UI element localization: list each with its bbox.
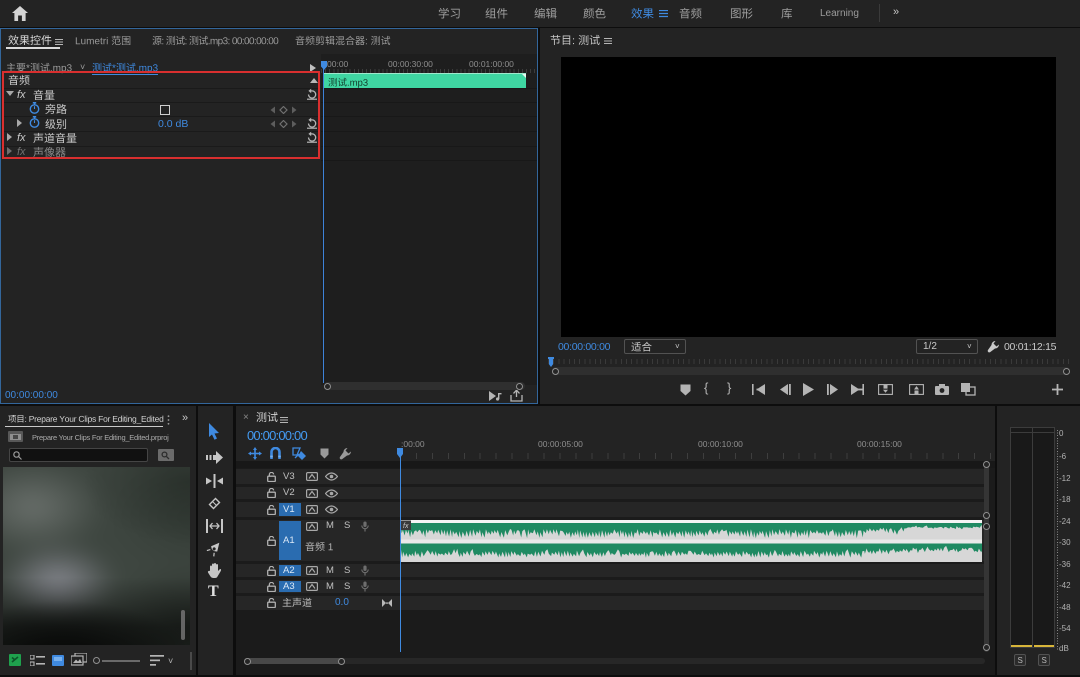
- svg-text:fx: fx: [403, 523, 409, 530]
